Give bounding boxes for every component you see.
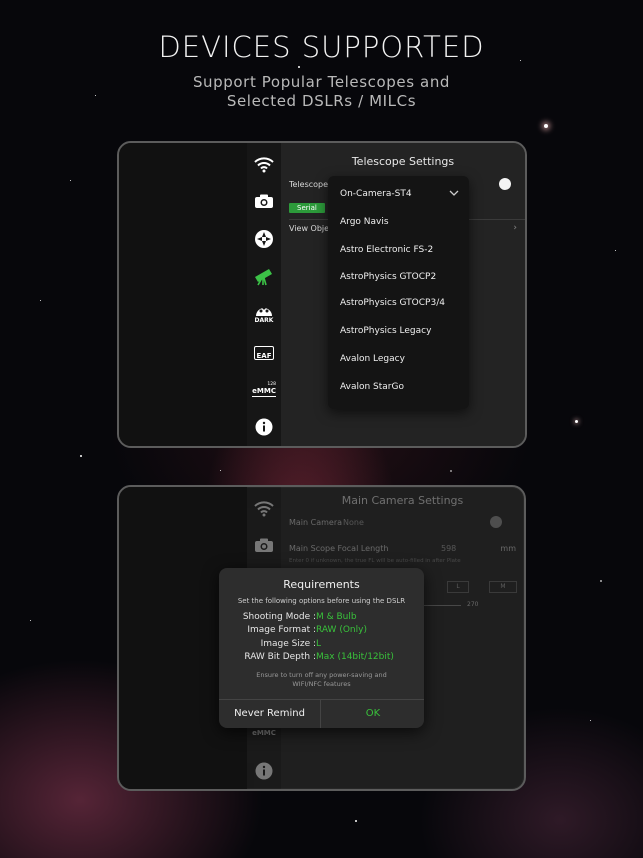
star: [590, 720, 591, 721]
telescope-dropdown[interactable]: On-Camera-ST4 Argo Navis Astro Electroni…: [328, 176, 469, 409]
camera-icon[interactable]: [252, 533, 276, 557]
requirement-value: M & Bulb: [316, 612, 357, 622]
dialog-note: Ensure to turn off any power-saving and …: [239, 671, 404, 689]
star: [600, 580, 602, 582]
star: [544, 124, 548, 128]
dialog-subtitle: Set the following options before using t…: [237, 597, 406, 605]
requirement-key: Image Format :: [247, 625, 316, 635]
camera-icon[interactable]: [252, 189, 276, 213]
dropdown-option[interactable]: AstroPhysics Legacy: [340, 326, 431, 336]
requirement-row: RAW Bit Depth : Max (14bit/12bit): [219, 652, 424, 665]
focal-length-label: Main Scope Focal Length: [289, 544, 389, 553]
dropdown-option[interactable]: AstroPhysics GTOCP3/4: [340, 298, 445, 308]
chevron-down-icon[interactable]: [449, 188, 459, 198]
wifi-icon[interactable]: [252, 497, 276, 521]
emmc-label: eMMC: [252, 729, 276, 737]
dropdown-option[interactable]: Argo Navis: [340, 217, 389, 227]
requirement-key: Image Size :: [260, 639, 316, 649]
panel-title: Telescope Settings: [351, 155, 455, 168]
dropdown-option[interactable]: AstroPhysics GTOCP2: [340, 272, 436, 282]
size-option-m[interactable]: M: [489, 581, 517, 593]
star: [30, 620, 31, 621]
main-camera-label: Main Camera: [289, 518, 343, 527]
dropdown-option[interactable]: Avalon StarGo: [340, 382, 404, 392]
star: [80, 455, 82, 457]
star: [70, 180, 71, 181]
dialog-note-line2: WIFI/NFC features: [292, 680, 351, 688]
info-icon[interactable]: [252, 415, 276, 439]
star: [40, 300, 41, 301]
wifi-icon[interactable]: [252, 153, 276, 177]
headline: DEVICES SUPPORTED: [158, 30, 485, 64]
requirement-row: Shooting Mode : M & Bulb: [219, 612, 424, 625]
focuser-icon[interactable]: [252, 227, 276, 251]
requirement-row: Image Format : RAW (Only): [219, 625, 424, 638]
eaf-label: EAF: [256, 352, 272, 360]
dialog-title: Requirements: [283, 578, 360, 591]
star: [298, 66, 300, 68]
focal-length-input[interactable]: 598: [441, 544, 456, 553]
emmc-storage-icon[interactable]: 128 eMMC: [252, 377, 276, 401]
focal-length-hint: Enter 0 if unknown, the true FL will be …: [289, 558, 461, 564]
telescope-toggle[interactable]: [499, 178, 511, 190]
preview-pane: [119, 143, 247, 446]
tablet-telescope-settings: DARK EAF 128 eMMC Telescope Settings Tel…: [117, 141, 527, 448]
dropdown-option[interactable]: Astro Electronic FS-2: [340, 245, 433, 255]
dark-frame-icon[interactable]: DARK: [252, 301, 276, 327]
focal-length-unit: mm: [500, 544, 516, 553]
requirement-key: Shooting Mode :: [242, 612, 316, 622]
never-remind-button[interactable]: Never Remind: [219, 700, 321, 728]
ok-button[interactable]: OK: [322, 700, 424, 728]
eaf-icon[interactable]: EAF: [252, 341, 276, 365]
star: [575, 420, 578, 423]
tablet-camera-settings: eMMC Main Camera Settings Main Camera No…: [117, 485, 526, 791]
main-camera-toggle[interactable]: [490, 516, 502, 528]
sidebar: DARK EAF 128 eMMC: [247, 143, 281, 446]
slider-value: 270: [467, 601, 479, 608]
chevron-right-icon[interactable]: ›: [513, 223, 517, 233]
dropdown-option[interactable]: Avalon Legacy: [340, 354, 405, 364]
telescope-label: Telescope: [289, 180, 329, 189]
star: [450, 470, 452, 472]
dark-label: DARK: [254, 317, 274, 324]
subheadline-line2: Selected DSLRs / MILCs: [226, 92, 417, 110]
dialog-note-line1: Ensure to turn off any power-saving and: [256, 671, 387, 679]
size-option-l[interactable]: L: [447, 581, 469, 593]
subheadline-line1: Support Popular Telescopes and: [192, 73, 451, 91]
serial-tag[interactable]: Serial: [289, 203, 325, 213]
requirements-dialog: Requirements Set the following options b…: [219, 568, 424, 728]
telescope-icon[interactable]: [252, 264, 276, 288]
emmc-label: eMMC: [252, 386, 276, 397]
dropdown-selected[interactable]: On-Camera-ST4: [340, 189, 412, 199]
info-icon[interactable]: [252, 759, 276, 783]
requirement-value: RAW (Only): [316, 625, 367, 635]
dialog-buttons: Never Remind OK: [219, 699, 424, 728]
star: [355, 820, 357, 822]
view-object-label[interactable]: View Objec: [289, 224, 333, 233]
requirement-value: Max (14bit/12bit): [316, 652, 394, 662]
requirement-key: RAW Bit Depth :: [244, 652, 316, 662]
main-camera-value[interactable]: None: [343, 518, 364, 527]
star: [220, 470, 221, 471]
requirement-row: Image Size : L: [219, 639, 424, 652]
panel-title: Main Camera Settings: [341, 494, 464, 507]
requirement-value: L: [316, 639, 322, 649]
subheadline: Support Popular Telescopes and Selected …: [0, 73, 643, 111]
star: [615, 250, 616, 251]
